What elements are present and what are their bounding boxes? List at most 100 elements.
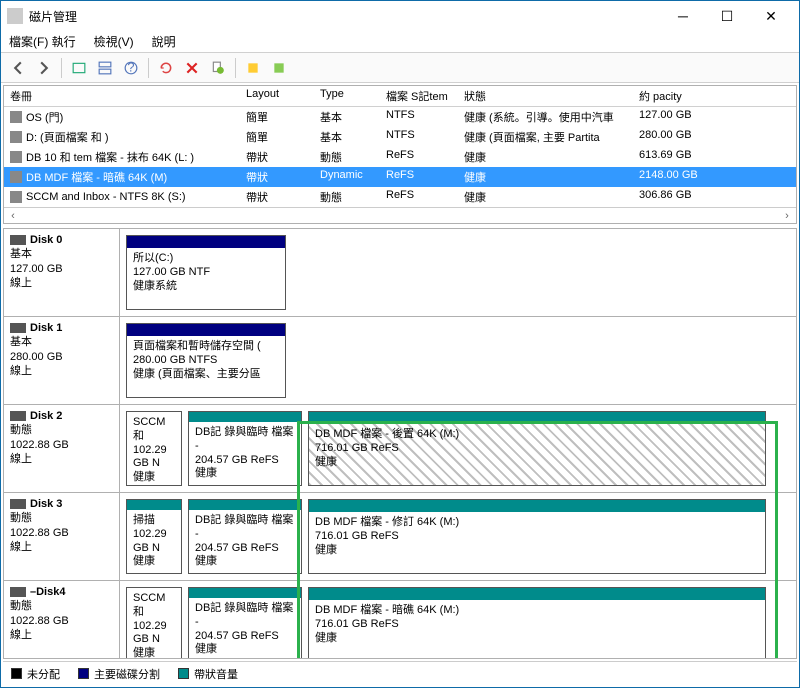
disk-partitions: SCCM 和102.29 GB N健康DB記 錄與臨時 檔案 -204.57 G… — [120, 405, 796, 492]
toolbar-separator — [61, 58, 62, 78]
partition-body: DB MDF 檔案 - 後置 64K (M:)716.01 GB ReFS健康 — [309, 424, 765, 485]
partition-color-bar — [309, 500, 765, 512]
disk-graphic-area: Disk 0基本127.00 GB線上所以(C:)127.00 GB NTF健康… — [3, 228, 797, 659]
disk-management-window: 磁片管理 ─ ☐ ✕ 檔案(F) 執行 檢視(V) 說明 ? 卷冊 Layout… — [0, 0, 800, 688]
disk-row: Disk 2動態1022.88 GB線上SCCM 和102.29 GB N健康D… — [4, 405, 796, 493]
disk-icon — [10, 499, 26, 509]
scroll-left-arrow[interactable]: ‹ — [6, 209, 20, 223]
partition[interactable]: 頁面檔案和暫時儲存空間 (280.00 GB NTFS健康 (頁面檔案、主要分區 — [126, 323, 286, 398]
svg-text:?: ? — [127, 61, 134, 75]
maximize-button[interactable]: ☐ — [705, 2, 749, 30]
disk-info[interactable]: Disk 3動態1022.88 GB線上 — [4, 493, 120, 580]
partition-body: DB MDF 檔案 - 暗礁 64K (M:)716.01 GB ReFS健康 — [309, 600, 765, 659]
volume-list-header: 卷冊 Layout Type 檔案 S記tem 狀態 約 pacity — [4, 86, 796, 107]
volume-icon — [10, 151, 22, 163]
partition-color-bar — [189, 412, 301, 422]
partition-color-bar — [189, 588, 301, 598]
extra-1-button[interactable] — [242, 57, 264, 79]
volume-row[interactable]: DB MDF 檔案 - 暗礁 64K (M)帶狀DynamicReFS健康214… — [4, 167, 796, 187]
layout-1-button[interactable] — [68, 57, 90, 79]
minimize-button[interactable]: ─ — [661, 2, 705, 30]
disk-info[interactable]: Disk 1基本280.00 GB線上 — [4, 317, 120, 404]
help-toolbar-button[interactable]: ? — [120, 57, 142, 79]
partition[interactable]: 所以(C:)127.00 GB NTF健康系統 — [126, 235, 286, 310]
partition[interactable]: 掃描102.29 GB N健康 — [126, 499, 182, 574]
legend: 未分配 主要磁碟分割 帶狀音量 — [3, 661, 797, 685]
menu-help[interactable]: 說明 — [152, 33, 176, 50]
col-status[interactable]: 狀態 — [458, 86, 633, 106]
disk-icon — [10, 323, 26, 333]
legend-swatch-navy — [78, 668, 89, 679]
window-title: 磁片管理 — [29, 8, 661, 25]
disk-partitions: SCCM 和102.29 GB N健康DB記 錄與臨時 檔案 -204.57 G… — [120, 581, 796, 659]
disk-info[interactable]: –Disk4動態1022.88 GB線上 — [4, 581, 120, 659]
volume-row[interactable]: OS (門)簡單基本NTFS健康 (系統。引導。使用中汽車127.00 GB — [4, 107, 796, 127]
disk-icon — [10, 587, 26, 597]
partition-body: SCCM 和102.29 GB N健康 — [127, 412, 181, 489]
volume-row[interactable]: DB 10 和 tem 檔案 - 抹布 64K (L: )帶狀動態ReFS健康6… — [4, 147, 796, 167]
partition-color-bar — [309, 588, 765, 600]
disk-info[interactable]: Disk 2動態1022.88 GB線上 — [4, 405, 120, 492]
partition-color-bar — [127, 236, 285, 248]
partition[interactable]: DB記 錄與臨時 檔案 -204.57 GB ReFS健康 — [188, 587, 302, 659]
window-button-group: ─ ☐ ✕ — [661, 2, 793, 30]
volume-list: 卷冊 Layout Type 檔案 S記tem 狀態 約 pacity OS (… — [3, 85, 797, 224]
partition[interactable]: SCCM 和102.29 GB N健康 — [126, 411, 182, 486]
partition-body: DB記 錄與臨時 檔案 -204.57 GB ReFS健康 — [189, 510, 301, 573]
partition-color-bar — [189, 500, 301, 510]
menu-view[interactable]: 檢視(V) — [94, 33, 134, 50]
col-layout[interactable]: Layout — [240, 86, 314, 106]
toolbar-separator — [235, 58, 236, 78]
disk-partitions: 頁面檔案和暫時儲存空間 (280.00 GB NTFS健康 (頁面檔案、主要分區 — [120, 317, 796, 404]
back-button[interactable] — [7, 57, 29, 79]
menu-file[interactable]: 檔案(F) 執行 — [9, 33, 76, 50]
partition-body: DB記 錄與臨時 檔案 -204.57 GB ReFS健康 — [189, 598, 301, 659]
col-filesystem[interactable]: 檔案 S記tem — [380, 86, 458, 106]
partition-body: SCCM 和102.29 GB N健康 — [127, 588, 181, 659]
partition-color-bar — [127, 500, 181, 510]
legend-primary: 主要磁碟分割 — [78, 666, 160, 682]
titlebar: 磁片管理 ─ ☐ ✕ — [1, 1, 799, 31]
forward-button[interactable] — [33, 57, 55, 79]
disk-info[interactable]: Disk 0基本127.00 GB線上 — [4, 229, 120, 316]
col-volume[interactable]: 卷冊 — [4, 86, 240, 106]
scroll-right-arrow[interactable]: › — [780, 209, 794, 223]
partition[interactable]: DB記 錄與臨時 檔案 -204.57 GB ReFS健康 — [188, 499, 302, 574]
volume-row[interactable]: D: (頁面檔案 和 )簡單基本NTFS健康 (頁面檔案, 主要 Partita… — [4, 127, 796, 147]
volume-icon — [10, 131, 22, 143]
partition-body: DB記 錄與臨時 檔案 -204.57 GB ReFS健康 — [189, 422, 301, 485]
disk-row: –Disk4動態1022.88 GB線上SCCM 和102.29 GB N健康D… — [4, 581, 796, 659]
partition[interactable]: DB MDF 檔案 - 修訂 64K (M:)716.01 GB ReFS健康 — [308, 499, 766, 574]
partition-color-bar — [127, 324, 285, 336]
disk-partitions: 掃描102.29 GB N健康DB記 錄與臨時 檔案 -204.57 GB Re… — [120, 493, 796, 580]
partition-body: 所以(C:)127.00 GB NTF健康系統 — [127, 248, 285, 309]
new-button[interactable] — [207, 57, 229, 79]
refresh-button[interactable] — [155, 57, 177, 79]
partition[interactable]: DB MDF 檔案 - 暗礁 64K (M:)716.01 GB ReFS健康 — [308, 587, 766, 659]
extra-2-button[interactable] — [268, 57, 290, 79]
disk-icon — [10, 411, 26, 421]
col-capacity[interactable]: 約 pacity — [633, 86, 753, 106]
disk-row: Disk 3動態1022.88 GB線上掃描102.29 GB N健康DB記 錄… — [4, 493, 796, 581]
legend-swatch-black — [11, 668, 22, 679]
delete-button[interactable] — [181, 57, 203, 79]
col-type[interactable]: Type — [314, 86, 380, 106]
volume-row[interactable]: SCCM and Inbox - NTFS 8K (S:)帶狀動態ReFS健康3… — [4, 187, 796, 207]
horizontal-scrollbar[interactable]: ‹ › — [4, 207, 796, 223]
partition[interactable]: SCCM 和102.29 GB N健康 — [126, 587, 182, 659]
partition-body: 掃描102.29 GB N健康 — [127, 510, 181, 573]
toolbar-separator — [148, 58, 149, 78]
volume-icon — [10, 111, 22, 123]
layout-2-button[interactable] — [94, 57, 116, 79]
disk-icon — [10, 235, 26, 245]
menubar: 檔案(F) 執行 檢視(V) 說明 — [1, 31, 799, 53]
disk-row: Disk 1基本280.00 GB線上頁面檔案和暫時儲存空間 (280.00 G… — [4, 317, 796, 405]
partition-body: 頁面檔案和暫時儲存空間 (280.00 GB NTFS健康 (頁面檔案、主要分區 — [127, 336, 285, 397]
legend-striped: 帶狀音量 — [178, 666, 238, 682]
disk-partitions: 所以(C:)127.00 GB NTF健康系統 — [120, 229, 796, 316]
legend-swatch-teal — [178, 668, 189, 679]
close-button[interactable]: ✕ — [749, 2, 793, 30]
partition[interactable]: DB記 錄與臨時 檔案 -204.57 GB ReFS健康 — [188, 411, 302, 486]
volume-icon — [10, 171, 22, 183]
partition[interactable]: DB MDF 檔案 - 後置 64K (M:)716.01 GB ReFS健康 — [308, 411, 766, 486]
